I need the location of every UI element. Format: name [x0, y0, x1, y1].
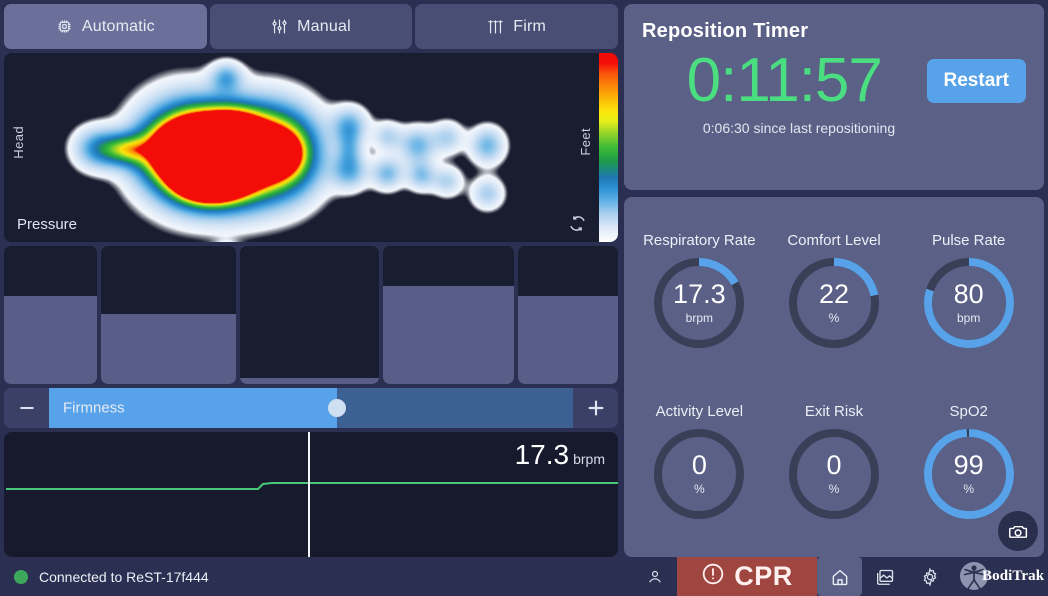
vital-gauge: 80 bpm	[919, 253, 1019, 353]
connection-status-dot	[14, 569, 28, 584]
zone-bar[interactable]	[100, 246, 236, 384]
reposition-timer-row: 0:11:57 Restart	[642, 45, 1026, 116]
zone-bar[interactable]	[4, 246, 97, 384]
zone-bars	[4, 246, 618, 384]
gallery-icon[interactable]	[862, 557, 907, 596]
tab-manual-label: Manual	[297, 17, 351, 35]
firmness-icon	[487, 18, 504, 35]
vital-label: Respiratory Rate	[643, 232, 756, 249]
pressure-colorbar	[599, 53, 618, 242]
restart-button[interactable]: Restart	[926, 58, 1026, 103]
vital-gauge: 17.3 brpm	[649, 253, 749, 353]
vital-pulse-rate[interactable]: Pulse Rate 80 bpm	[901, 232, 1036, 353]
vital-label: Pulse Rate	[931, 232, 1006, 249]
waveform-value: 17.3	[514, 439, 570, 470]
vital-label: SpO2	[949, 403, 988, 420]
firmness-slider[interactable]: Firmness	[4, 388, 618, 428]
vital-gauge: 22%	[784, 253, 884, 353]
left-column: Automatic Manual Firm Head Feet Pressure…	[4, 4, 619, 557]
vitals-card: Respiratory Rate 17.3 brpm Comfort Level 22%…	[624, 197, 1044, 557]
pressure-head-label: Head	[11, 125, 26, 159]
firmness-increase-button[interactable]	[573, 388, 618, 428]
pressure-heatmap-canvas	[4, 53, 599, 242]
zone-bar-fill	[518, 295, 618, 384]
vital-comfort-level[interactable]: Comfort Level 22%	[767, 232, 902, 353]
firmness-track[interactable]: Firmness	[49, 388, 573, 428]
tab-automatic-label: Automatic	[81, 17, 155, 35]
firmness-decrease-button[interactable]	[4, 388, 49, 428]
person-icon[interactable]	[632, 557, 677, 596]
home-icon[interactable]	[817, 557, 862, 596]
gear-icon[interactable]	[907, 557, 952, 596]
zone-bar-fill	[4, 295, 97, 384]
pressure-heatmap[interactable]: Head Feet Pressure	[4, 53, 599, 242]
zone-bar-fill	[239, 378, 379, 384]
waveform-cursor	[307, 432, 310, 557]
chip-icon	[56, 18, 73, 35]
reposition-timer-value: 0:11:57	[686, 46, 883, 115]
pressure-map-title: Pressure	[17, 216, 78, 233]
boditrak-label: BodiTrak	[982, 568, 1045, 584]
zone-bar-fill	[100, 313, 236, 384]
pressure-feet-label: Feet	[578, 127, 593, 156]
tab-firm-label: Firm	[513, 17, 547, 35]
zone-bar[interactable]	[382, 246, 515, 384]
status-bar-actions: CPR BodiTrak	[632, 557, 1048, 596]
vital-exit-risk[interactable]: Exit Risk 0%	[767, 403, 902, 524]
waveform-readout: 17.3 brpm	[515, 441, 605, 469]
vitals-row-2: Activity Level 0% Exit Risk 0% SpO2 99%	[632, 403, 1036, 524]
vital-spo2[interactable]: SpO2 99%	[901, 403, 1036, 524]
status-bar: Connected to ReST-17f444 CPR BodiTrak	[0, 557, 1048, 596]
tab-manual[interactable]: Manual	[209, 4, 413, 49]
vitals-row-1: Respiratory Rate 17.3 brpm Comfort Level 22%…	[632, 232, 1036, 353]
zone-bar-fill	[382, 286, 515, 384]
connection-status: Connected to ReST-17f444	[0, 569, 632, 585]
tab-firm[interactable]: Firm	[415, 4, 619, 49]
firmness-knob[interactable]	[328, 399, 347, 417]
reposition-timer-title: Reposition Timer	[642, 20, 809, 42]
rotate-icon[interactable]	[568, 214, 587, 233]
boditrak-logo[interactable]: BodiTrak	[952, 557, 1048, 596]
vital-gauge: 0%	[649, 424, 749, 524]
mode-tabbar: Automatic Manual Firm	[4, 4, 619, 49]
zone-bar[interactable]	[239, 246, 379, 384]
cpr-label: CPR	[734, 561, 793, 591]
connection-status-text: Connected to ReST-17f444	[39, 568, 209, 585]
alert-icon	[701, 562, 725, 591]
waveform-unit: brpm	[573, 451, 605, 467]
vital-label: Activity Level	[655, 403, 744, 420]
camera-icon[interactable]	[998, 511, 1038, 551]
vital-label: Exit Risk	[804, 403, 864, 420]
zone-bar[interactable]	[518, 246, 618, 384]
vital-activity-level[interactable]: Activity Level 0%	[632, 403, 767, 524]
pressure-map-panel[interactable]: Head Feet Pressure	[4, 53, 618, 242]
firmness-label: Firmness	[63, 399, 125, 417]
reposition-timer-subtitle: 0:06:30 since last repositioning	[702, 120, 896, 137]
vital-gauge: 0%	[784, 424, 884, 524]
respiration-waveform[interactable]: 17.3 brpm	[4, 432, 618, 557]
right-column: Reposition Timer 0:11:57 Restart 0:06:30…	[624, 4, 1044, 557]
cpr-button[interactable]: CPR	[677, 557, 817, 596]
vital-label: Comfort Level	[787, 232, 881, 249]
sliders-icon	[271, 18, 288, 35]
reposition-timer-card: Reposition Timer 0:11:57 Restart 0:06:30…	[624, 4, 1044, 190]
vital-gauge: 99%	[919, 424, 1019, 524]
vital-respiratory-rate[interactable]: Respiratory Rate 17.3 brpm	[632, 232, 767, 353]
app-root: Automatic Manual Firm Head Feet Pressure…	[0, 0, 1048, 596]
tab-automatic[interactable]: Automatic	[4, 4, 207, 49]
main-body: Automatic Manual Firm Head Feet Pressure…	[0, 0, 1048, 557]
